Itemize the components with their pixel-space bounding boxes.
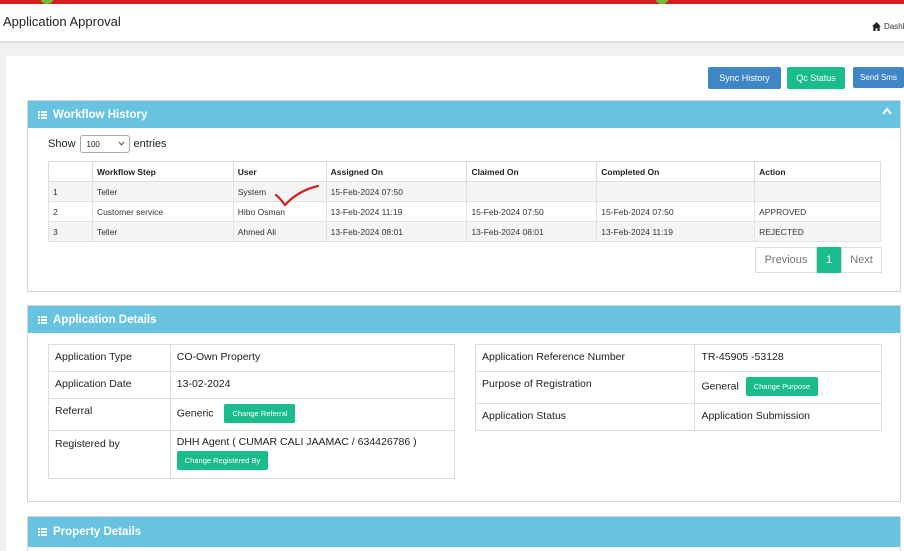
home-icon	[872, 22, 881, 31]
change-referral-button[interactable]: Change Referral	[224, 404, 296, 423]
cell-assigned-on: 13-Feb-2024 08:01	[325, 221, 468, 242]
col-header-user[interactable]: User	[232, 161, 327, 182]
chevron-up-icon[interactable]	[882, 107, 892, 115]
col-header-index[interactable]	[48, 161, 93, 182]
property-details-panel: Property Details	[27, 516, 901, 551]
qc-status-button[interactable]: Qc Status	[787, 67, 845, 89]
col-header-action[interactable]: Action	[754, 161, 881, 182]
detail-label: Application Date	[48, 371, 171, 399]
detail-label: Referral	[48, 398, 171, 431]
change-registered-by-button[interactable]: Change Registered By	[176, 451, 269, 470]
cell-index: 2	[48, 201, 93, 222]
cell-completed-on: 13-Feb-2024 11:19	[596, 221, 756, 242]
cell-index: 1	[48, 181, 93, 202]
cell-completed-on	[596, 181, 756, 202]
entries-length-control: Show 100 entries	[48, 135, 167, 153]
detail-label: Application Type	[48, 344, 171, 372]
detail-label: Application Reference Number	[474, 344, 696, 372]
cell-claimed-on: 15-Feb-2024 07:50	[466, 201, 598, 222]
purpose-value: General	[701, 380, 739, 393]
sync-history-button[interactable]: Sync History	[708, 67, 781, 89]
application-details-panel: Application Details Application Type CO-…	[27, 305, 901, 502]
entries-select[interactable]: 100	[79, 135, 130, 153]
cell-user: Ahmed Ali	[232, 221, 327, 242]
detail-row: Application Type CO-Own Property	[48, 344, 456, 372]
panel-title: Property Details	[53, 526, 142, 538]
cell-assigned-on: 13-Feb-2024 11:19	[325, 201, 468, 222]
workflow-history-header[interactable]: Workflow History	[28, 101, 900, 128]
reference-number-value: TR-45905 -53128	[694, 344, 882, 372]
application-type-value: CO-Own Property	[169, 344, 456, 372]
property-details-header[interactable]: Property Details	[28, 517, 900, 547]
chevron-down-icon	[118, 141, 124, 146]
cell-workflow-step: Teller	[91, 221, 234, 242]
list-icon	[38, 528, 47, 536]
breadcrumb[interactable]: Dashl	[872, 22, 904, 31]
cell-claimed-on	[466, 181, 598, 202]
page-title: Application Approval	[3, 14, 121, 29]
cell-workflow-step: Teller	[91, 181, 234, 202]
panel-title: Application Details	[53, 313, 157, 326]
cell-workflow-step: Customer service	[91, 201, 234, 222]
detail-row: Application Reference Number TR-45905 -5…	[474, 344, 882, 372]
cell-claimed-on: 13-Feb-2024 08:01	[466, 221, 598, 242]
application-details-left-table: Application Type CO-Own Property Applica…	[48, 344, 456, 479]
cell-index: 3	[48, 221, 93, 242]
application-details-right-table: Application Reference Number TR-45905 -5…	[474, 344, 882, 431]
col-header-workflow-step[interactable]: Workflow Step	[91, 161, 234, 182]
col-header-completed-on[interactable]: Completed On	[596, 161, 756, 182]
table-header-row: Workflow Step User Assigned On Claimed O…	[48, 161, 881, 182]
next-page-button[interactable]: Next	[841, 247, 882, 273]
checkmark-annotation-icon	[274, 184, 320, 207]
application-date-value: 13-02-2024	[169, 371, 456, 399]
col-header-claimed-on[interactable]: Claimed On	[466, 161, 598, 182]
table-row: 1 Teller System 15-Feb-2024 07:50	[48, 181, 881, 202]
pagination: Previous 1 Next	[755, 247, 882, 273]
detail-label: Application Status	[474, 403, 696, 431]
page-header: Application Approval Dashl	[0, 4, 904, 42]
panel-title: Workflow History	[53, 108, 148, 121]
main-content: Sync History Qc Status Send Sms Workflow…	[6, 56, 904, 551]
list-icon	[38, 315, 47, 324]
change-purpose-button[interactable]: Change Purpose	[745, 377, 819, 396]
registered-by-value: DHH Agent ( CUMAR CALI JAAMAC / 63442678…	[176, 436, 417, 448]
application-details-header[interactable]: Application Details	[28, 306, 900, 333]
detail-row: Referral Generic Change Referral	[48, 398, 456, 431]
send-sms-button[interactable]: Send Sms	[853, 67, 904, 88]
cell-action-rejected: REJECTED	[754, 221, 881, 242]
list-icon	[38, 110, 47, 119]
detail-row: Registered by DHH Agent ( CUMAR CALI JAA…	[48, 430, 456, 479]
cell-assigned-on: 15-Feb-2024 07:50	[325, 181, 468, 202]
show-label: Show	[48, 138, 76, 150]
detail-row: Application Date 13-02-2024	[48, 371, 456, 399]
workflow-history-table: Workflow Step User Assigned On Claimed O…	[48, 161, 881, 242]
table-row: 3 Teller Ahmed Ali 13-Feb-2024 08:01 13-…	[48, 221, 881, 242]
workflow-history-panel: Workflow History Show 100 entries Workfl…	[27, 100, 901, 292]
cell-action	[754, 181, 881, 202]
entries-label: entries	[133, 138, 167, 150]
detail-label: Registered by	[48, 430, 171, 479]
application-status-value: Application Submission	[694, 403, 882, 431]
page-1-button[interactable]: 1	[817, 247, 841, 273]
cell-completed-on: 15-Feb-2024 07:50	[596, 201, 756, 222]
detail-row: Application Status Application Submissio…	[474, 403, 882, 431]
entries-select-value: 100	[86, 139, 100, 149]
cell-action-approved: APPROVED	[754, 201, 881, 222]
referral-value: Generic	[176, 407, 214, 420]
breadcrumb-dashboard[interactable]: Dashl	[884, 22, 904, 31]
detail-row: Purpose of Registration General Change P…	[474, 371, 882, 404]
detail-label: Purpose of Registration	[474, 371, 696, 404]
previous-page-button[interactable]: Previous	[755, 247, 817, 273]
col-header-assigned-on[interactable]: Assigned On	[325, 161, 468, 182]
table-row: 2 Customer service Hibo Osman 13-Feb-202…	[48, 201, 881, 222]
